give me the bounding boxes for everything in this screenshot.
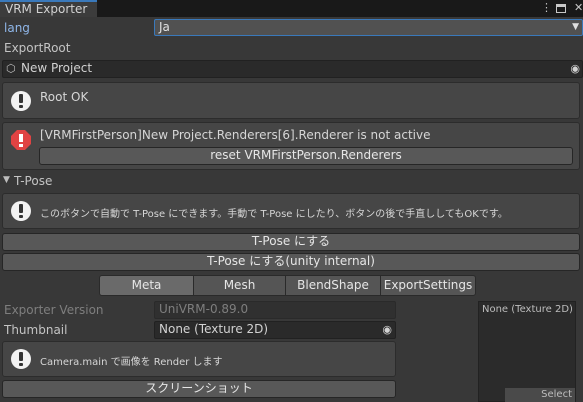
object-picker-icon[interactable]: ◉ (570, 61, 580, 76)
root-ok-helpbox: Root OK (2, 82, 580, 119)
reset-renderers-button[interactable]: reset VRMFirstPerson.Renderers (39, 147, 573, 165)
info-icon (11, 91, 31, 111)
exporter-version-field: UniVRM-0.89.0 (154, 301, 396, 319)
first-person-error-helpbox: [VRMFirstPerson]New Project.Renderers[6]… (2, 122, 580, 170)
lang-value: Ja (159, 20, 170, 34)
foldout-arrow-icon[interactable]: ▼ (3, 175, 10, 185)
export-root-value: New Project (21, 61, 93, 75)
camera-helpbox: Camera.main で画像を Render します (2, 341, 396, 377)
error-icon (11, 130, 31, 150)
texture-preview-label: None (Texture 2D) (482, 304, 573, 315)
info-icon (11, 349, 31, 369)
thumbnail-label: Thumbnail (4, 323, 68, 337)
lang-dropdown[interactable]: Ja ▼ (154, 19, 583, 36)
camera-help-text: Camera.main で画像を Render します (40, 357, 223, 368)
chevron-down-icon: ▼ (572, 22, 579, 32)
tpose-helpbox: このボタンで自動で T-Pose にできます。手動で T-Pose にしたり、ボ… (2, 193, 580, 229)
root-ok-text: Root OK (40, 90, 89, 104)
info-icon (11, 201, 31, 221)
tpose-help-text: このボタンで自動で T-Pose にできます。手動で T-Pose にしたり、ボ… (40, 209, 508, 220)
texture-preview[interactable]: None (Texture 2D) Select (478, 301, 576, 402)
lang-label: lang (4, 21, 30, 35)
window-tab[interactable]: VRM Exporter (0, 0, 97, 17)
export-root-field[interactable]: ⬡ New Project ◉ (2, 60, 583, 78)
tpose-button[interactable]: T-Pose にする (2, 233, 580, 251)
first-person-error-text: [VRMFirstPerson]New Project.Renderers[6]… (40, 128, 431, 142)
tab-blendshape[interactable]: BlendShape (285, 275, 381, 296)
thumbnail-value: None (Texture 2D) (159, 322, 269, 336)
gameobject-icon: ⬡ (6, 62, 16, 75)
exporter-version-label: Exporter Version (4, 303, 104, 317)
screenshot-button[interactable]: スクリーンショット (2, 380, 396, 398)
tpose-foldout-label[interactable]: T-Pose (14, 173, 52, 189)
tab-meta[interactable]: Meta (99, 275, 194, 296)
tab-mesh[interactable]: Mesh (193, 275, 286, 296)
more-options-icon[interactable]: ⋮ (541, 1, 552, 15)
texture-select-button[interactable]: Select (505, 388, 575, 402)
maximize-icon[interactable] (556, 4, 566, 13)
tpose-internal-button[interactable]: T-Pose にする(unity internal) (2, 253, 580, 271)
tab-exportsettings[interactable]: ExportSettings (380, 275, 476, 296)
window-tab-title: VRM Exporter (5, 2, 88, 16)
object-picker-icon[interactable]: ◉ (382, 322, 392, 337)
thumbnail-field[interactable]: None (Texture 2D) ◉ (154, 321, 396, 339)
close-icon[interactable]: ✕ (574, 1, 583, 15)
export-root-label: ExportRoot (4, 41, 71, 55)
